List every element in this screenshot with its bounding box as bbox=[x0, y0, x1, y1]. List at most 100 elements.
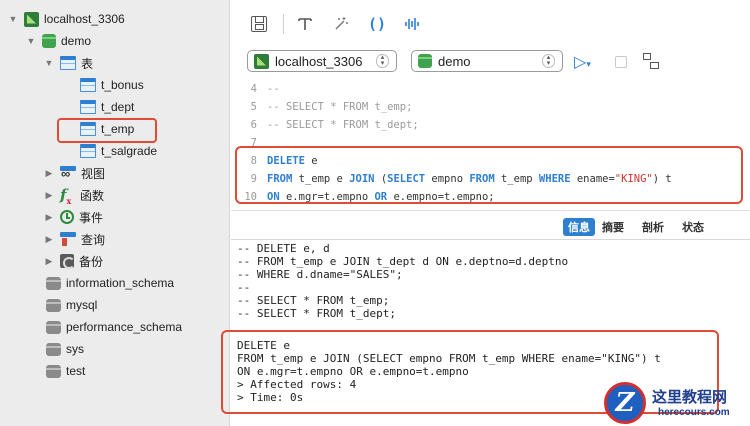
database-label: performance_schema bbox=[66, 320, 183, 334]
clock-icon bbox=[60, 210, 74, 224]
save-icon bbox=[251, 16, 267, 32]
tab-info[interactable]: 信息 bbox=[563, 218, 595, 236]
table-label: t_bonus bbox=[101, 78, 144, 92]
play-icon: ▷ bbox=[574, 54, 587, 71]
tree-group-tables[interactable]: ▼ 表 bbox=[44, 52, 93, 74]
queries-label: 查询 bbox=[81, 232, 106, 247]
connection-label: localhost_3306 bbox=[44, 12, 125, 26]
database-icon bbox=[46, 364, 61, 378]
table-label: t_salgrade bbox=[101, 144, 158, 158]
tree-group-functions[interactable]: ▶ fx 函数 bbox=[44, 184, 104, 206]
connection-select-value: localhost_3306 bbox=[275, 53, 363, 69]
connection-icon bbox=[254, 53, 269, 69]
code-snippet-button[interactable]: () bbox=[367, 14, 387, 34]
dropdown-caret-icon: ▾ bbox=[586, 59, 591, 69]
line-number: 4 bbox=[250, 83, 257, 95]
tree-group-views[interactable]: ▶ 视图 bbox=[44, 162, 105, 184]
editor-toolbar: () bbox=[231, 0, 750, 44]
chevron-right-icon[interactable]: ▶ bbox=[44, 234, 54, 245]
code-comment: -- SELECT * FROM t_emp; bbox=[267, 101, 413, 113]
database-label: mysql bbox=[66, 298, 98, 312]
output-line: -- WHERE d.dname="SALES"; bbox=[237, 268, 403, 281]
table-label: t_dept bbox=[101, 100, 135, 114]
text-format-icon bbox=[298, 18, 312, 30]
tree-connection-localhost[interactable]: ▼ localhost_3306 bbox=[8, 8, 125, 30]
chevron-right-icon[interactable]: ▶ bbox=[44, 256, 54, 267]
database-icon bbox=[42, 34, 56, 48]
tree-group-backups[interactable]: ▶ 备份 bbox=[44, 250, 103, 272]
format-button[interactable] bbox=[295, 14, 315, 34]
highlight-box-editor bbox=[235, 146, 743, 204]
site-logo-icon: Z bbox=[604, 382, 646, 424]
database-icon bbox=[46, 298, 61, 312]
chevron-down-icon[interactable]: ▼ bbox=[26, 36, 36, 46]
site-watermark: Z 这里教程网 herecours.com bbox=[600, 380, 750, 426]
audio-wave-button[interactable] bbox=[403, 14, 423, 34]
database-label: sys bbox=[66, 342, 84, 356]
chevron-down-icon[interactable]: ▼ bbox=[44, 58, 54, 68]
run-button[interactable]: ▷▾ bbox=[574, 52, 591, 72]
code-comment: -- bbox=[267, 83, 280, 95]
explain-button[interactable] bbox=[643, 53, 659, 69]
tree-database-demo[interactable]: ▼ demo bbox=[26, 30, 91, 52]
table-group-icon bbox=[60, 56, 76, 70]
parentheses-icon: () bbox=[367, 15, 387, 33]
code-line: 5 -- SELECT * FROM t_emp; bbox=[231, 98, 750, 116]
stepper-arrows-icon: ▴ ▾ bbox=[376, 54, 389, 68]
table-icon bbox=[80, 144, 96, 158]
navigation-sidebar: ▼ localhost_3306 ▼ demo ▼ 表 t_bonus t_de… bbox=[0, 0, 230, 426]
backups-label: 备份 bbox=[79, 254, 104, 269]
database-select[interactable]: demo ▴ ▾ bbox=[411, 50, 563, 72]
output-line: -- DELETE e, d bbox=[237, 242, 330, 255]
output-line: -- bbox=[237, 281, 251, 294]
stop-button[interactable] bbox=[615, 56, 627, 68]
view-icon bbox=[60, 166, 76, 180]
chevron-down-icon[interactable]: ▼ bbox=[8, 14, 18, 24]
database-icon bbox=[418, 54, 432, 68]
chevron-right-icon[interactable]: ▶ bbox=[44, 212, 54, 223]
tables-group-label: 表 bbox=[81, 56, 94, 71]
tree-group-events[interactable]: ▶ 事件 bbox=[44, 206, 103, 228]
tree-database-sys[interactable]: sys bbox=[46, 338, 84, 360]
tree-database-test[interactable]: test bbox=[46, 360, 85, 382]
tab-status[interactable]: 状态 bbox=[677, 218, 709, 236]
views-label: 视图 bbox=[81, 166, 106, 181]
magic-wand-icon bbox=[335, 17, 348, 30]
backup-icon bbox=[60, 254, 75, 269]
stepper-arrows-icon: ▴ ▾ bbox=[542, 54, 555, 68]
database-select-value: demo bbox=[438, 53, 471, 69]
chevron-right-icon[interactable]: ▶ bbox=[44, 168, 54, 179]
output-line: -- SELECT * FROM t_emp; bbox=[237, 294, 390, 307]
watermark-url: herecours.com bbox=[658, 407, 730, 418]
code-line: 6 -- SELECT * FROM t_dept; bbox=[231, 116, 750, 134]
tree-table-t-dept[interactable]: t_dept bbox=[80, 96, 134, 118]
database-icon bbox=[46, 276, 61, 290]
tree-table-t-salgrade[interactable]: t_salgrade bbox=[80, 140, 157, 162]
functions-label: 函数 bbox=[80, 188, 105, 203]
connection-selector-bar: localhost_3306 ▴ ▾ demo ▴ ▾ ▷▾ bbox=[231, 44, 750, 76]
line-number: 6 bbox=[250, 119, 257, 131]
tree-database-performance-schema[interactable]: performance_schema bbox=[46, 316, 182, 338]
code-line: 4 -- bbox=[231, 80, 750, 98]
query-icon bbox=[60, 232, 76, 246]
connection-select[interactable]: localhost_3306 ▴ ▾ bbox=[247, 50, 397, 72]
tree-group-queries[interactable]: ▶ 查询 bbox=[44, 228, 105, 250]
tree-table-t-bonus[interactable]: t_bonus bbox=[80, 74, 144, 96]
function-icon: fx bbox=[60, 185, 72, 206]
waveform-icon bbox=[405, 18, 419, 30]
database-icon bbox=[46, 342, 61, 356]
database-label: demo bbox=[61, 34, 92, 48]
save-button[interactable] bbox=[249, 14, 269, 34]
connection-icon bbox=[24, 11, 39, 27]
database-icon bbox=[46, 320, 61, 334]
chevron-right-icon[interactable]: ▶ bbox=[44, 190, 54, 201]
tab-summary[interactable]: 摘要 bbox=[597, 218, 629, 236]
tab-profile[interactable]: 剖析 bbox=[637, 218, 669, 236]
tree-database-information-schema[interactable]: information_schema bbox=[46, 272, 174, 294]
tree-database-mysql[interactable]: mysql bbox=[46, 294, 97, 316]
output-line: -- SELECT * FROM t_dept; bbox=[237, 307, 396, 320]
query-editor-panel: () localhost_3306 ▴ ▾ demo ▴ ▾ ▷▾ 4 -- 5… bbox=[221, 0, 750, 426]
output-line: -- FROM t_emp e JOIN t_dept d ON e.deptn… bbox=[237, 255, 569, 268]
beautify-button[interactable] bbox=[331, 14, 351, 34]
toolbar-divider bbox=[283, 14, 284, 34]
